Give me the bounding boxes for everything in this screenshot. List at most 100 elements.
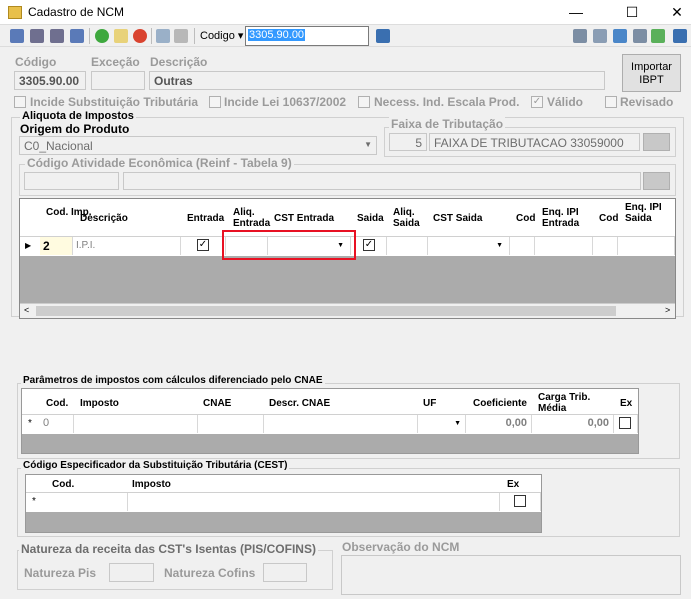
- toolbar-separator: [151, 28, 152, 44]
- cnae-ex-checkbox[interactable]: [619, 417, 631, 429]
- config-icon[interactable]: [593, 29, 607, 43]
- codigo-search-input[interactable]: 3305.90.00: [245, 26, 369, 46]
- cell-aliq-saida[interactable]: [387, 237, 428, 255]
- cnae-cell-coeficiente[interactable]: 0,00: [466, 415, 532, 433]
- search-field-label[interactable]: Codigo ▾: [200, 29, 243, 42]
- cest-cell-imposto[interactable]: [128, 493, 500, 511]
- new-row-icon: *: [32, 496, 36, 507]
- origem-select[interactable]: C0_Nacional ▼: [19, 136, 377, 155]
- cnae-grid: Cod. Imposto CNAE Descr. CNAE UF Coefici…: [21, 388, 639, 454]
- natureza-pis-label: Natureza Pis: [24, 566, 97, 580]
- cell-descricao[interactable]: I.P.I.: [73, 237, 181, 255]
- codigo-label: Código: [15, 55, 57, 69]
- menu-icon[interactable]: [673, 29, 687, 43]
- incide-st-checkbox[interactable]: [14, 96, 26, 108]
- saida-checkbox[interactable]: ✓: [363, 239, 375, 251]
- cell-enq-ipi-saida[interactable]: [618, 237, 675, 255]
- uf-dropdown-icon[interactable]: ▼: [454, 420, 461, 427]
- revisado-checkbox[interactable]: [605, 96, 617, 108]
- cnae-cell-imposto[interactable]: [74, 415, 198, 433]
- cae-code-field[interactable]: [24, 172, 119, 190]
- cell-cod-imp[interactable]: 2: [40, 237, 73, 255]
- natureza-pis-field[interactable]: [109, 563, 154, 582]
- scroll-left-icon[interactable]: <: [24, 305, 29, 315]
- next-record-icon[interactable]: [50, 29, 64, 43]
- natureza-cofins-field[interactable]: [263, 563, 307, 582]
- cnae-cell-ex[interactable]: [614, 415, 638, 433]
- valido-checkbox[interactable]: ✓: [531, 96, 543, 108]
- report-icon[interactable]: [633, 29, 647, 43]
- scroll-right-icon[interactable]: >: [665, 305, 670, 315]
- faixa-desc-field[interactable]: FAIXA DE TRIBUTACAO 33059000: [429, 133, 640, 151]
- cnae-cell-cod[interactable]: 0: [40, 415, 74, 433]
- cell-enq-ipi-entrada[interactable]: [535, 237, 593, 255]
- horizontal-scrollbar[interactable]: < >: [20, 303, 675, 318]
- table-row[interactable]: * 0 ▼ 0,00 0,00: [22, 415, 638, 434]
- faixa-number-field[interactable]: 5: [389, 133, 427, 151]
- cnae-col-coeficiente: Coeficiente: [473, 398, 527, 409]
- incide-lei-checkbox[interactable]: [209, 96, 221, 108]
- toolbar-separator: [194, 28, 195, 44]
- importar-ibpt-button[interactable]: Importar IBPT: [622, 54, 681, 92]
- first-record-icon[interactable]: [10, 29, 24, 43]
- table-row[interactable]: *: [26, 493, 541, 512]
- cnae-col-cnae: CNAE: [203, 398, 232, 409]
- col-cst-entrada: CST Entrada: [274, 213, 335, 224]
- cnae-cell-descr[interactable]: [264, 415, 418, 433]
- cest-cell-ex[interactable]: [500, 493, 541, 511]
- cell-cod-entrada[interactable]: [510, 237, 535, 255]
- cell-saida[interactable]: ✓: [351, 237, 387, 255]
- cnae-col-imposto: Imposto: [80, 398, 119, 409]
- close-button[interactable]: ✕: [654, 0, 691, 25]
- excecao-field[interactable]: [91, 71, 145, 90]
- cell-cod-saida[interactable]: [593, 237, 618, 255]
- cnae-col-cod: Cod.: [46, 398, 69, 409]
- refresh-icon[interactable]: [613, 29, 627, 43]
- col-entrada: Entrada: [187, 213, 225, 224]
- observacao-label: Observação do NCM: [342, 540, 460, 554]
- previous-record-icon[interactable]: [30, 29, 44, 43]
- cnae-cell-uf[interactable]: ▼: [418, 415, 466, 433]
- incide-lei-label: Incide Lei 10637/2002: [224, 95, 347, 109]
- cnae-col-carga: Carga Trib. Média: [538, 392, 591, 414]
- delete-icon[interactable]: [133, 29, 147, 43]
- entrada-checkbox[interactable]: ✓: [197, 239, 209, 251]
- row-indicator-icon: ▶: [25, 241, 32, 250]
- cell-entrada[interactable]: ✓: [181, 237, 226, 255]
- cnae-cell-cnae[interactable]: [198, 415, 264, 433]
- minimize-button[interactable]: —: [553, 0, 599, 25]
- codigo-field[interactable]: 3305.90.00: [14, 71, 86, 90]
- descricao-label: Descrição: [150, 55, 208, 69]
- aliquota-group-title: Aliquota de Impostos: [20, 110, 136, 122]
- scroll-thumb[interactable]: [36, 306, 616, 316]
- faixa-search-icon[interactable]: [643, 133, 670, 151]
- cnae-title: Parâmetros de impostos com cálculos dife…: [21, 375, 325, 386]
- cest-grid-header: Cod. Imposto Ex: [26, 475, 541, 493]
- table-view-icon[interactable]: [573, 29, 587, 43]
- necess-label: Necess. Ind. Escala Prod.: [374, 95, 520, 109]
- cell-cst-saida[interactable]: ▼: [428, 237, 510, 255]
- undo-icon[interactable]: [174, 29, 188, 43]
- maximize-button[interactable]: ☐: [609, 0, 655, 25]
- observacao-field[interactable]: [341, 555, 681, 595]
- cnae-cell-carga[interactable]: 0,00: [532, 415, 614, 433]
- add-icon[interactable]: [95, 29, 109, 43]
- search-execute-icon[interactable]: [376, 29, 390, 43]
- cest-cell-cod[interactable]: [46, 493, 128, 511]
- excecao-label: Exceção: [91, 55, 140, 69]
- cnae-col-descr: Descr. CNAE: [269, 398, 331, 409]
- cest-ex-checkbox[interactable]: [514, 495, 526, 507]
- toolbar-separator: [89, 28, 90, 44]
- last-record-icon[interactable]: [70, 29, 84, 43]
- col-enq-ipi-entrada: Enq. IPI Entrada: [542, 207, 580, 229]
- save-icon[interactable]: [156, 29, 170, 43]
- necess-checkbox[interactable]: [358, 96, 370, 108]
- descricao-field[interactable]: Outras: [149, 71, 605, 90]
- cae-desc-field[interactable]: [123, 172, 641, 190]
- edit-icon[interactable]: [114, 29, 128, 43]
- help-icon[interactable]: [651, 29, 665, 43]
- app-folder-icon: [8, 6, 22, 19]
- cae-search-icon[interactable]: [643, 172, 670, 190]
- cst-saida-dropdown-icon[interactable]: ▼: [496, 242, 503, 249]
- col-saida: Saida: [357, 213, 384, 224]
